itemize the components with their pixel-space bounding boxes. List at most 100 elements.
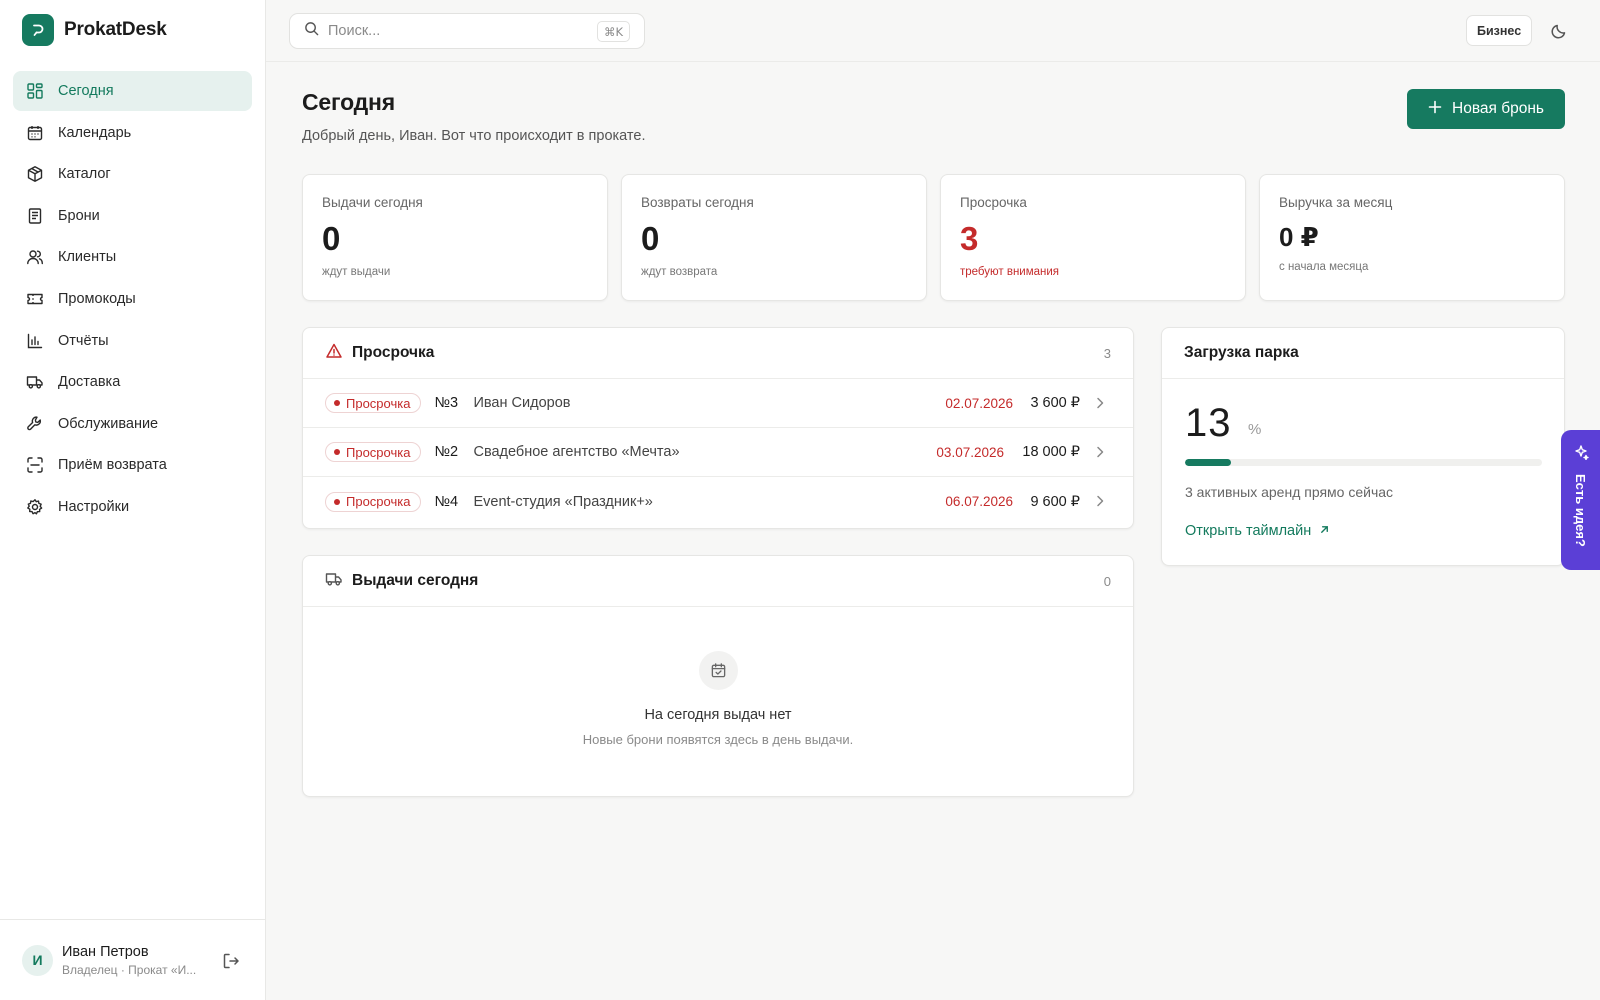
fleet-load-panel: Загрузка парка 13 % 3 активных аренд пря…	[1161, 327, 1565, 566]
booking-number: №4	[434, 493, 459, 510]
ticket-icon	[26, 290, 44, 308]
sidebar-item-settings[interactable]: Настройки	[13, 487, 252, 527]
sidebar-item-catalog[interactable]: Каталог	[13, 154, 252, 194]
stat-label: Выручка за месяц	[1279, 195, 1393, 210]
panel-count: 3	[1103, 345, 1111, 361]
stat-label: Возвраты сегодня	[641, 195, 754, 210]
feedback-tab[interactable]: Есть идея?	[1561, 430, 1600, 570]
sidebar-item-label: Промокоды	[58, 290, 136, 307]
empty-state-title: На сегодня выдач нет	[644, 707, 792, 723]
feedback-label: Есть идея?	[1573, 474, 1588, 547]
truck-icon	[325, 570, 343, 593]
client-name: Иван Сидоров	[473, 395, 571, 411]
sidebar-item-promocodes[interactable]: Промокоды	[13, 279, 252, 319]
sidebar-item-calendar[interactable]: Календарь	[13, 113, 252, 153]
calendar-check-icon	[698, 651, 738, 690]
panel-title: Выдачи сегодня	[352, 572, 479, 589]
booking-amount: 3 600 ₽	[1030, 395, 1080, 411]
topbar: ⌘K Бизнес	[266, 0, 1600, 62]
sidebar-item-bookings[interactable]: Брони	[13, 196, 252, 236]
sidebar-item-returns[interactable]: Приём возврата	[13, 445, 252, 485]
new-booking-button[interactable]: Новая бронь	[1407, 89, 1565, 129]
stat-card-overdue[interactable]: Просрочка 3 требуют внимания	[940, 174, 1246, 301]
gear-icon	[26, 498, 44, 516]
chevron-right-icon	[1093, 445, 1107, 459]
app-name: ProkatDesk	[64, 19, 167, 40]
app-logo-icon	[22, 14, 54, 46]
sidebar-item-maintenance[interactable]: Обслуживание	[13, 404, 252, 444]
sidebar-item-label: Отчёты	[58, 332, 109, 349]
stat-card-revenue[interactable]: Выручка за месяц 0 ₽ с начала месяца	[1259, 174, 1565, 301]
search-input[interactable]	[328, 23, 588, 39]
panel-title: Просрочка	[352, 344, 435, 361]
sidebar-nav: Сегодня Календарь Каталог Брони Клиенты	[13, 71, 252, 529]
dashboard-icon	[26, 82, 44, 100]
avatar[interactable]: И	[22, 944, 53, 976]
stat-value: 3	[960, 220, 979, 257]
overdue-row[interactable]: Просрочка №4 Event-студия «Праздник+» 06…	[303, 477, 1133, 526]
open-timeline-link[interactable]: Открыть таймлайн	[1185, 523, 1330, 539]
empty-state-subtitle: Новые брони появятся здесь в день выдачи…	[582, 732, 854, 747]
sidebar: ProkatDesk Сегодня Календарь Каталог Бро…	[0, 0, 266, 1000]
users-icon	[26, 248, 44, 266]
sidebar-item-delivery[interactable]: Доставка	[13, 362, 252, 402]
open-timeline-label: Открыть таймлайн	[1185, 523, 1312, 539]
stat-label: Просрочка	[960, 195, 1027, 210]
stat-value: 0	[641, 220, 660, 257]
stat-value: 0 ₽	[1279, 222, 1319, 252]
due-date: 06.07.2026	[945, 494, 1013, 509]
overdue-row[interactable]: Просрочка №2 Свадебное агентство «Мечта»…	[303, 428, 1133, 477]
sidebar-item-reports[interactable]: Отчёты	[13, 321, 252, 361]
wrench-icon	[26, 415, 44, 433]
sidebar-item-label: Клиенты	[58, 249, 117, 266]
sidebar-item-clients[interactable]: Клиенты	[13, 237, 252, 277]
sidebar-item-label: Настройки	[58, 498, 130, 515]
sidebar-item-label: Брони	[58, 207, 100, 224]
sidebar-item-today[interactable]: Сегодня	[13, 71, 252, 111]
sidebar-item-label: Обслуживание	[58, 415, 159, 432]
due-date: 03.07.2026	[936, 444, 1004, 460]
brand[interactable]: ProkatDesk	[22, 14, 167, 46]
status-badge: Просрочка	[325, 442, 422, 462]
status-badge: Просрочка	[325, 491, 422, 512]
scan-icon	[26, 456, 44, 474]
calendar-icon	[26, 124, 44, 142]
chevron-right-icon	[1093, 396, 1107, 410]
issues-today-panel: Выдачи сегодня 0 На сегодня выдач нет Но…	[302, 555, 1134, 797]
stat-sub: ждут возврата	[641, 266, 718, 278]
panel-title: Загрузка парка	[1184, 344, 1299, 361]
search-shortcut: ⌘K	[596, 21, 630, 42]
stat-sub: требуют внимания	[960, 266, 1060, 278]
user-role: Владелец · Прокат «И...	[62, 962, 197, 977]
logout-icon[interactable]	[221, 951, 241, 971]
user-info: Иван Петров Владелец · Прокат «И...	[62, 944, 196, 977]
moon-icon[interactable]	[1549, 21, 1569, 41]
overdue-row[interactable]: Просрочка №3 Иван Сидоров 02.07.2026 3 6…	[303, 379, 1133, 428]
client-name: Свадебное агентство «Мечта»	[473, 444, 680, 460]
truck-icon	[26, 373, 44, 391]
stat-sub: ждут выдачи	[322, 266, 391, 278]
stat-value: 0	[322, 220, 341, 257]
user-name: Иван Петров	[62, 943, 149, 960]
document-icon	[26, 207, 44, 225]
search-box[interactable]: ⌘K	[289, 13, 645, 49]
search-icon	[304, 21, 319, 41]
sidebar-item-label: Доставка	[58, 374, 121, 391]
fleet-panel-header: Загрузка парка	[1162, 328, 1564, 379]
new-booking-label: Новая бронь	[1452, 100, 1544, 117]
stat-card-returns-today[interactable]: Возвраты сегодня 0 ждут возврата	[621, 174, 927, 301]
overdue-panel: Просрочка 3 Просрочка №3 Иван Сидоров 02…	[302, 327, 1134, 529]
fleet-load-progress-fill	[1185, 459, 1232, 466]
page-title: Сегодня	[302, 89, 395, 115]
stat-label: Выдачи сегодня	[322, 195, 423, 210]
bar-chart-icon	[26, 332, 44, 350]
plan-badge[interactable]: Бизнес	[1466, 15, 1533, 46]
plus-icon	[1428, 100, 1442, 119]
stat-card-issues-today[interactable]: Выдачи сегодня 0 ждут выдачи	[302, 174, 608, 301]
fleet-load-text: 3 активных аренд прямо сейчас	[1185, 484, 1394, 500]
page-subtitle: Добрый день, Иван. Вот что происходит в …	[302, 128, 646, 144]
fleet-load-value: 13	[1185, 401, 1232, 445]
overdue-panel-header: Просрочка 3	[303, 328, 1133, 379]
user-panel: И Иван Петров Владелец · Прокат «И...	[0, 919, 266, 1000]
arrow-up-right-icon	[1319, 523, 1330, 539]
